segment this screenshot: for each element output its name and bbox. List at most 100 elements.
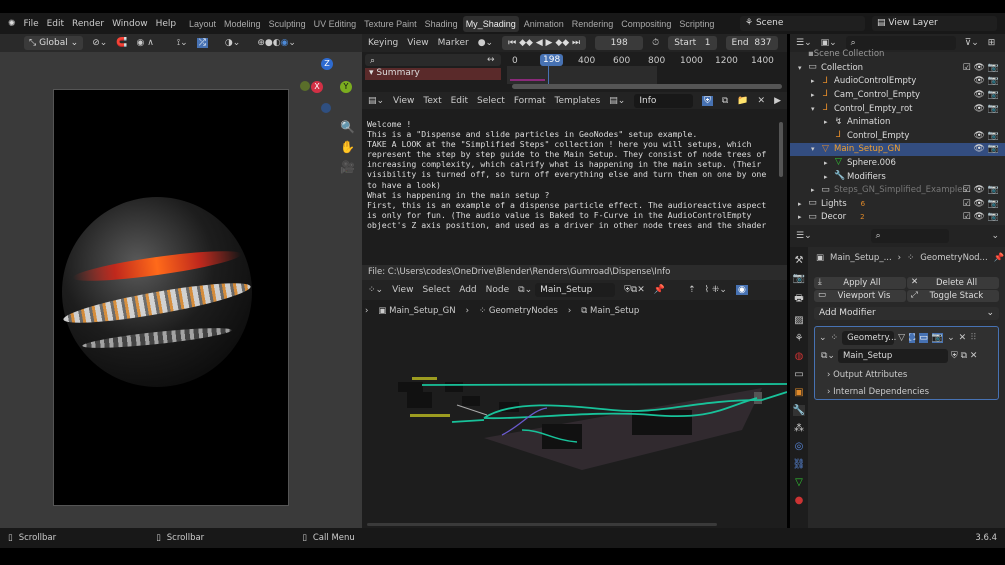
auto-key-icon[interactable]: ●⌄ <box>478 38 493 48</box>
editor-type-icon[interactable]: ▤⌄ <box>368 96 384 106</box>
menu-edit[interactable]: Edit <box>451 96 468 106</box>
tab-modeling[interactable]: Modeling <box>221 16 264 32</box>
disclosure-triangle-icon[interactable]: ▸ <box>798 213 808 221</box>
disclosure-triangle-icon[interactable]: ▸ <box>798 200 808 208</box>
unlink-icon[interactable]: ✕ <box>758 96 766 106</box>
tab-my-shading[interactable]: My_Shading <box>462 15 519 32</box>
physics-tab-icon[interactable]: ◎ <box>795 441 804 452</box>
pan-hand-icon[interactable]: ✋ <box>340 140 355 154</box>
snap-icon[interactable]: 🧲 <box>116 38 127 48</box>
dropdown-icon[interactable]: ⌄ <box>947 333 955 343</box>
scene-collection[interactable]: ▪ Scene Collection <box>790 47 1005 61</box>
collection-tab-icon[interactable]: ▭ <box>794 369 803 380</box>
visibility-toggles[interactable]: ☑ 👁 📷 <box>963 199 999 209</box>
drag-handle-icon[interactable]: ⠿ <box>970 333 977 343</box>
end-frame-field[interactable]: End 837 <box>725 36 778 50</box>
menu-view[interactable]: View <box>393 96 414 106</box>
text-body[interactable]: Welcome ! This is a "Dispense and slide … <box>362 109 783 265</box>
snap-icon[interactable]: ⌇ ⁜⌄ <box>705 285 727 295</box>
new-text-icon[interactable]: ⧉ <box>722 96 728 106</box>
node-editor-type-icon[interactable]: ⁘⌄ <box>368 285 383 295</box>
menu-templates[interactable]: Templates <box>555 96 601 106</box>
text-scrollbar[interactable] <box>779 122 783 177</box>
outliner-item[interactable]: ▾ ▭ Collection ☑ 👁 📷 <box>790 61 1005 75</box>
node-tree-icon[interactable]: ⧉⌄ <box>821 351 835 361</box>
current-frame-field[interactable]: 198 <box>595 36 644 50</box>
options-icon[interactable]: ⌄ <box>991 231 999 241</box>
disclosure-triangle-icon[interactable]: ▸ <box>824 173 834 181</box>
editor-type-icon[interactable]: ☰⌄ <box>796 231 812 241</box>
visibility-toggles[interactable]: 👁 📷 <box>974 131 1000 141</box>
timeline-search[interactable]: ⌕ <box>365 54 501 66</box>
tab-shading[interactable]: Shading <box>422 16 461 32</box>
menu-select[interactable]: Select <box>422 285 450 295</box>
playback-controls[interactable]: ⏮ ◆◆ ◀ ▶ ◆◆ ⏭ <box>502 36 587 50</box>
disclosure-triangle-icon[interactable]: ▸ <box>811 186 821 194</box>
menu-text[interactable]: Text <box>423 96 441 106</box>
zoom-icon[interactable]: 🔍 <box>340 120 355 134</box>
visibility-toggles[interactable]: 👁 📷 <box>974 76 1000 86</box>
pin-icon[interactable]: 📌 <box>654 285 665 295</box>
output-tab-icon[interactable]: 🖶 <box>794 291 803 308</box>
orientation-dropdown[interactable]: ⤡ Global ⌄ <box>24 36 84 50</box>
disclosure-triangle-icon[interactable]: ▸ <box>824 159 834 167</box>
parent-node-tree-icon[interactable]: ⇡ <box>688 285 696 295</box>
node-graph[interactable] <box>362 360 787 470</box>
summary-channel[interactable]: ▾ Summary <box>365 68 501 80</box>
node-hscrollbar[interactable] <box>367 523 717 526</box>
text-name-field[interactable]: Info <box>634 93 694 108</box>
world-tab-icon[interactable]: ◍ <box>795 351 804 362</box>
disclosure-triangle-icon[interactable]: ▾ <box>811 145 821 153</box>
menu-node[interactable]: Node <box>486 285 510 295</box>
breadcrumb-object[interactable]: ▣ Main_Setup_GN <box>378 306 455 316</box>
outliner-item[interactable]: ▸ ⅃ AudioControlEmpty 👁 📷 <box>790 75 1005 89</box>
text-datablock-icon[interactable]: ▤⌄ <box>609 96 625 106</box>
outliner-item[interactable]: ▸ ▭ Steps_GN_Simplified_Examples ☑ 👁 📷 <box>790 183 1005 197</box>
viewport-display-icon[interactable]: ▭ <box>919 333 928 343</box>
gizmo-y-axis[interactable]: Y <box>340 81 352 93</box>
menu-file[interactable]: File <box>24 19 39 29</box>
menu-marker[interactable]: Marker <box>438 38 469 48</box>
tab-sculpting[interactable]: Sculpting <box>266 16 309 32</box>
menu-keying[interactable]: Keying <box>368 38 398 48</box>
breadcrumb-modifier[interactable]: ⁘ GeometryNodes <box>479 306 558 316</box>
disclosure-triangle-icon[interactable]: ▾ <box>798 64 808 72</box>
menu-render[interactable]: Render <box>72 19 104 29</box>
run-script-icon[interactable]: ▶ <box>774 96 781 106</box>
pin-icon[interactable]: 📌 <box>994 253 1005 263</box>
node-tree-icon[interactable]: ⧉⌄ <box>518 285 532 295</box>
outliner-item[interactable]: ▸ ▭ Decor 2 ☑ 👁 📷 <box>790 211 1005 225</box>
remove-modifier-icon[interactable]: ✕ <box>959 333 967 343</box>
pivot-icon[interactable]: ⊘⌄ <box>92 38 107 48</box>
disclosure-triangle-icon[interactable]: ▾ <box>811 105 821 113</box>
breadcrumb-node-group[interactable]: ⧉ Main_Setup <box>581 306 639 316</box>
gizmo-neg-y[interactable] <box>300 81 310 91</box>
overlay-icon[interactable]: ⤮ <box>196 38 208 48</box>
outliner-item[interactable]: ▸ ▭ Lights 6 ☑ 👁 📷 <box>790 197 1005 211</box>
scene-selector[interactable]: ⚘ Scene <box>740 16 865 31</box>
nav-gizmo[interactable]: Z X Y <box>300 58 356 114</box>
collapse-chevron-icon[interactable]: ⌄ <box>819 333 827 343</box>
gizmo-z-axis[interactable]: Z <box>321 58 333 70</box>
object-tab-icon[interactable]: ▣ <box>794 387 803 398</box>
tab-layout[interactable]: Layout <box>186 16 219 32</box>
render-tab-icon[interactable]: 📷 <box>793 273 805 284</box>
visibility-toggles[interactable]: ☑ 👁 📷 <box>963 185 999 195</box>
view-layer-tab-icon[interactable]: ▨ <box>794 315 803 326</box>
fake-user-icon[interactable]: ⛨⧉✕ <box>624 285 645 295</box>
tab-texture-paint[interactable]: Texture Paint <box>361 16 420 32</box>
delete-all-button[interactable]: ✕ Delete All <box>907 277 999 289</box>
fake-user-icon[interactable]: ⛨ ⧉ ✕ <box>951 351 977 361</box>
scene-tab-icon[interactable]: ⚘ <box>795 333 804 344</box>
timeline-ruler[interactable]: 0 198 400 600 800 1000 1200 1400 <box>507 54 782 86</box>
timeline-scrollbar[interactable] <box>512 84 782 89</box>
particles-tab-icon[interactable]: ⁂ <box>794 423 804 434</box>
outliner-item[interactable]: ▸ ⅃ Cam_Control_Empty 👁 📷 <box>790 88 1005 102</box>
disclosure-triangle-icon[interactable]: ▸ <box>824 118 834 126</box>
gizmo-x-axis[interactable]: X <box>311 81 323 93</box>
overlay-icon[interactable]: ◉ <box>735 285 748 295</box>
sync-icon[interactable]: ↔ <box>487 55 495 65</box>
output-attributes-subpanel[interactable]: › Output Attributes <box>827 370 907 380</box>
disclosure-triangle-icon[interactable]: ▸ <box>811 91 821 99</box>
open-folder-icon[interactable]: 📁 <box>737 96 748 106</box>
